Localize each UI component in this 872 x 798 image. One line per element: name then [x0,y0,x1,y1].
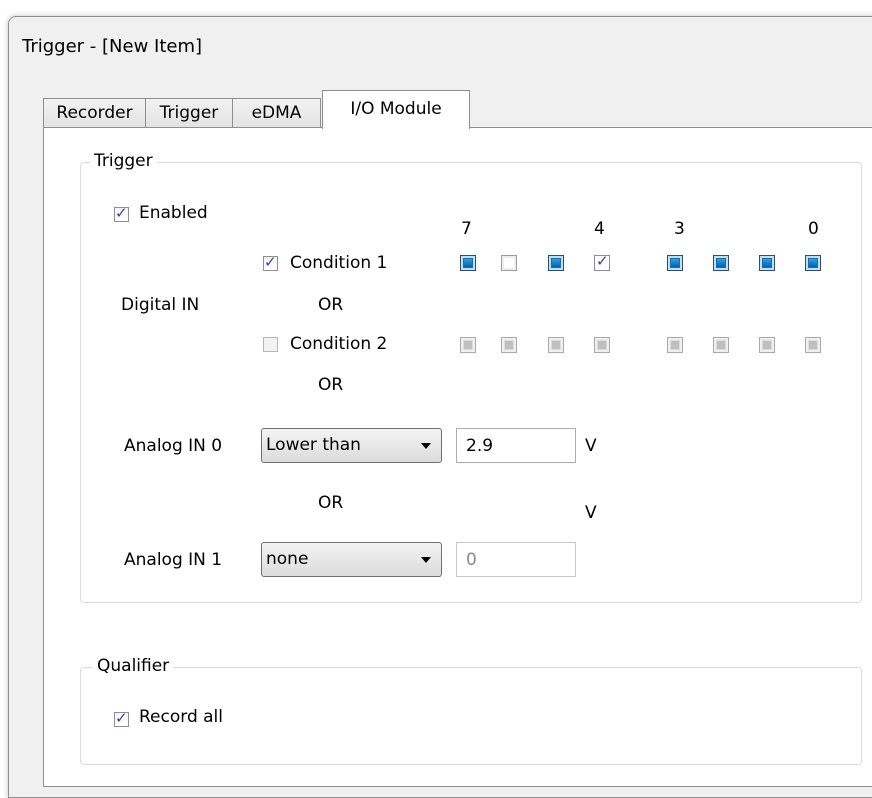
condition2-bit-5-checkbox[interactable] [548,337,564,353]
enabled-checkbox[interactable] [114,204,129,222]
condition1-bit-7-checkbox[interactable] [460,255,476,271]
bit-number-3: 3 [674,219,685,239]
analog-in-1-mode-select[interactable]: none [261,542,442,577]
tab-bar: Recorder Trigger eDMA I/O Module [43,90,872,129]
condition2-bit-2-checkbox[interactable] [713,337,729,353]
enabled-label: Enabled [139,203,208,223]
digital-in-label: Digital IN [121,295,200,315]
analog-in-0-unit: V [585,436,597,456]
condition1-checkbox[interactable] [263,253,278,271]
condition1-bit-0-checkbox[interactable] [805,255,821,271]
bit-number-0: 0 [808,219,819,239]
condition1-bit-3-checkbox[interactable] [667,255,683,271]
tab-trigger[interactable]: Trigger [145,98,233,128]
analog-in-1-unit: V [585,503,597,523]
condition2-bit-6-checkbox[interactable] [501,337,517,353]
bit-number-4: 4 [594,219,605,239]
condition1-bit-2-checkbox[interactable] [713,255,729,271]
analog-in-1-label: Analog IN 1 [124,550,223,570]
condition2-bit-1-checkbox[interactable] [759,337,775,353]
condition2-bit-4-checkbox[interactable] [594,337,610,353]
or-label: OR [318,375,344,395]
chevron-down-icon [421,557,431,563]
analog-in-0-value-input[interactable] [456,428,576,463]
condition2-bit-3-checkbox[interactable] [667,337,683,353]
condition1-bit-4-checkbox[interactable] [594,252,610,271]
or-label: OR [318,295,344,315]
condition2-bit-7-checkbox[interactable] [460,337,476,353]
condition1-bit-5-checkbox[interactable] [548,255,564,271]
analog-in-0-label: Analog IN 0 [124,436,223,456]
condition1-label: Condition 1 [290,253,388,273]
record-all-checkbox[interactable] [114,709,129,727]
condition2-label: Condition 2 [290,334,388,354]
analog-in-0-mode-select[interactable]: Lower than [261,428,442,463]
record-all-label: Record all [139,707,224,727]
bit-number-7: 7 [461,219,472,239]
condition1-bit-6-checkbox[interactable] [501,255,517,271]
analog-in-1-mode-value: none [266,549,309,569]
condition2-bit-0-checkbox[interactable] [805,337,821,353]
condition2-checkbox[interactable] [263,337,278,352]
window-title: Trigger - [New Item] [22,36,203,57]
tab-io-module[interactable]: I/O Module [322,90,470,129]
tab-edma[interactable]: eDMA [232,98,321,128]
or-label: OR [318,493,344,513]
analog-in-1-value-input[interactable] [456,542,576,577]
trigger-group-legend: Trigger [90,151,157,171]
qualifier-group-legend: Qualifier [93,656,174,676]
analog-in-0-mode-value: Lower than [266,435,361,455]
chevron-down-icon [421,443,431,449]
condition1-bit-1-checkbox[interactable] [759,255,775,271]
tab-recorder[interactable]: Recorder [43,98,146,128]
